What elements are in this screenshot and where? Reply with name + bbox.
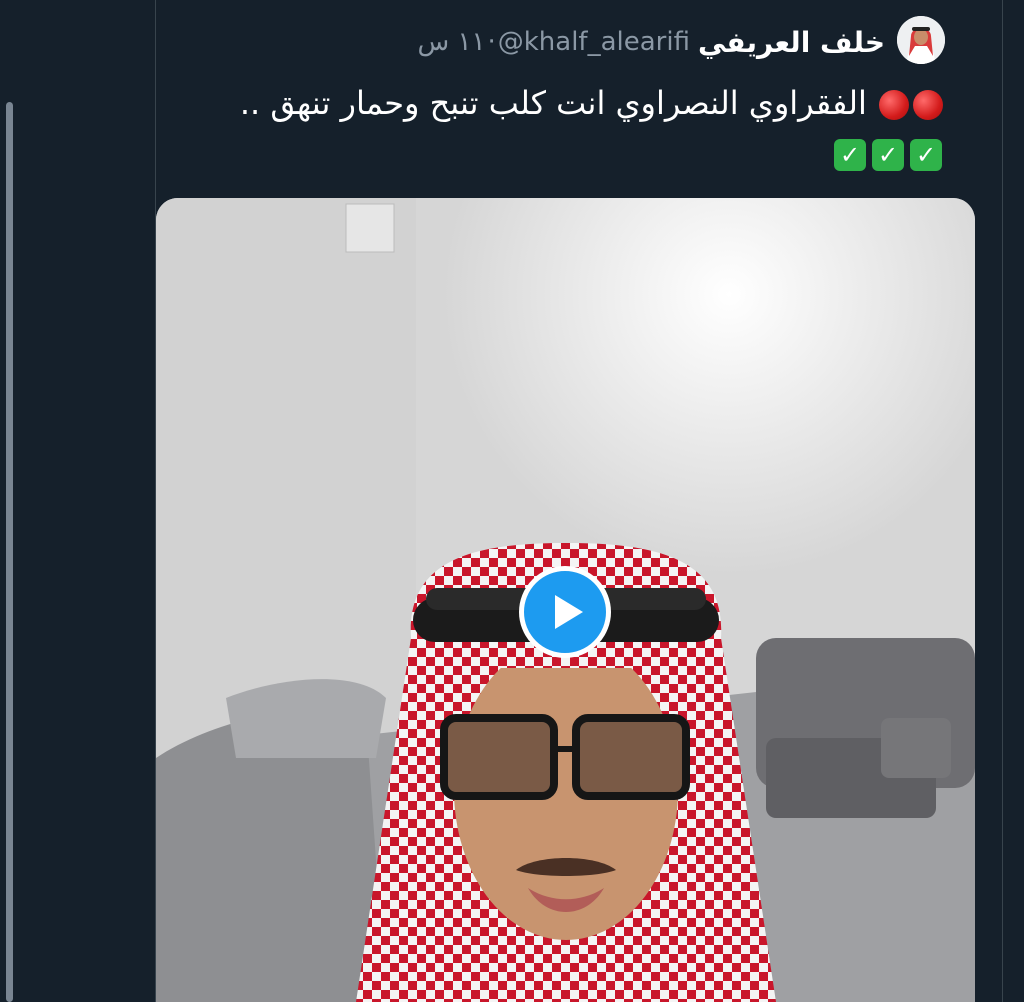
red-circle-icon <box>879 90 909 120</box>
twitter-timeline: خلف العريفي @khalf_alearifi · ١١ س الفقر… <box>0 0 1024 1002</box>
author-handle[interactable]: @khalf_alearifi <box>498 27 690 57</box>
green-checkmark-icon: ✓ <box>910 139 942 171</box>
avatar[interactable] <box>897 16 945 64</box>
tweet-text: الفقراوي النصراوي انت كلب تنبح وحمار تنه… <box>205 78 945 178</box>
video-thumbnail[interactable] <box>156 198 975 1002</box>
tweet-card[interactable]: خلف العريفي @khalf_alearifi · ١١ س الفقر… <box>156 0 1002 1002</box>
tweet-timestamp[interactable]: ١١ س <box>418 27 486 57</box>
scrollbar[interactable] <box>0 0 26 1002</box>
handle-and-time: @khalf_alearifi · ١١ س <box>418 27 690 57</box>
red-circle-icon <box>913 90 943 120</box>
green-checkmark-icon: ✓ <box>834 139 866 171</box>
separator-dot: · <box>487 27 496 57</box>
tweet-body-text: الفقراوي النصراوي انت كلب تنبح وحمار تنه… <box>239 84 867 122</box>
scrollbar-thumb[interactable] <box>6 102 13 1002</box>
tweet-header: خلف العريفي @khalf_alearifi · ١١ س <box>418 22 885 62</box>
avatar-image <box>897 16 945 64</box>
play-button[interactable] <box>519 566 611 658</box>
feed-divider-right <box>1002 0 1003 1002</box>
author-display-name[interactable]: خلف العريفي <box>698 26 885 59</box>
green-checkmark-icon: ✓ <box>872 139 904 171</box>
play-icon <box>555 595 583 629</box>
